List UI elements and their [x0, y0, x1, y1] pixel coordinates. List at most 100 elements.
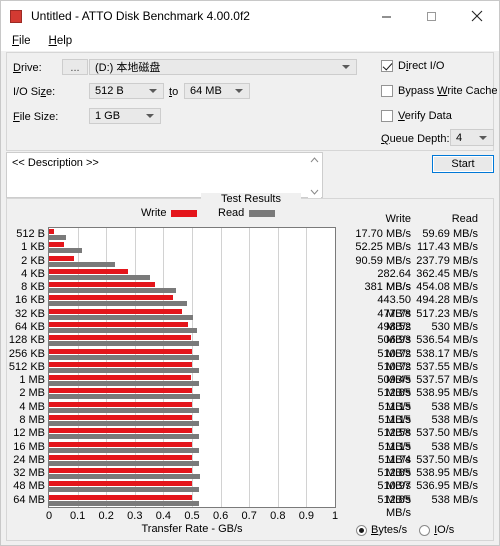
value-read: 494.28 MB/s — [416, 294, 478, 307]
chart-category-label: 12 MB — [13, 427, 45, 440]
chevron-down-icon — [146, 114, 154, 118]
bar-read — [49, 248, 82, 254]
value-read: 517.23 MB/s — [416, 307, 478, 320]
queue-depth-value: 4 — [456, 131, 463, 144]
value-write: 511.15 MB/s — [378, 414, 411, 440]
bar-write — [49, 401, 192, 407]
chart-bar-group — [49, 374, 335, 387]
bar-read — [49, 381, 200, 387]
value-read: 537.50 MB/s — [416, 453, 478, 466]
bar-read — [49, 367, 200, 373]
value-write: 512.58 MB/s — [377, 427, 411, 453]
window-title: Untitled - ATTO Disk Benchmark 4.00.0f2 — [31, 9, 250, 23]
verify-data-label: Verify Data — [398, 110, 452, 122]
chart-bar-group — [49, 241, 335, 254]
io-size-label: I/O Size: — [13, 86, 56, 98]
chart-category-label: 256 KB — [8, 347, 45, 360]
chart-category-label: 64 KB — [15, 321, 45, 333]
bar-read — [49, 314, 194, 320]
value-read: 538 MB/s — [431, 414, 478, 426]
title-bar: Untitled - ATTO Disk Benchmark 4.00.0f2 — [1, 1, 499, 31]
maximize-icon[interactable] — [409, 1, 454, 31]
value-write: 17.70 MB/s — [355, 228, 411, 240]
menu-file[interactable]: File — [10, 34, 33, 48]
value-write: 282.64 MB/s — [377, 267, 411, 294]
chart-bar-group — [49, 480, 335, 493]
bar-read — [49, 301, 188, 307]
value-write: 52.25 MB/s — [355, 241, 411, 254]
chart-bar-group — [49, 281, 335, 294]
checkbox-box — [381, 110, 393, 122]
direct-io-checkbox[interactable]: Direct I/O — [381, 60, 444, 72]
io-size-from-select[interactable]: 512 B — [89, 83, 164, 99]
verify-data-checkbox[interactable]: Verify Data — [381, 110, 452, 122]
io-size-to-select[interactable]: 64 MB — [184, 83, 250, 99]
units-radio-group: Bytes/s IO/s — [356, 524, 454, 536]
bar-write — [49, 295, 173, 301]
bar-read — [49, 328, 198, 333]
value-read: 536.54 MB/s — [416, 334, 478, 347]
radio-io-per-sec[interactable]: IO/s — [419, 524, 454, 536]
value-read: 117.43 MB/s — [417, 241, 478, 254]
chart-x-tick: 0.5 — [184, 510, 200, 522]
start-button[interactable]: Start — [432, 155, 494, 173]
description-input[interactable]: << Description >> — [6, 152, 323, 198]
chart-category-label: 8 KB — [21, 281, 45, 294]
bar-write — [49, 335, 191, 341]
menu-help[interactable]: Help — [47, 34, 75, 48]
checkbox-box — [381, 60, 393, 72]
value-write: 511.74 MB/s — [378, 453, 411, 480]
chart-bar-group — [49, 294, 335, 307]
bar-write — [49, 428, 193, 434]
file-size-select[interactable]: 1 GB — [89, 108, 161, 124]
chart-category-label: 4 KB — [21, 267, 45, 280]
results-title: Test Results — [201, 193, 301, 205]
bar-read — [49, 500, 200, 506]
bar-write — [49, 481, 192, 487]
window-controls — [364, 1, 499, 31]
chevron-up-icon — [310, 157, 319, 163]
drive-select-value: (D:) 本地磁盘 — [95, 62, 161, 74]
menu-bar: File Help — [1, 31, 499, 51]
description-scrollbar[interactable] — [308, 154, 321, 198]
chart-x-tick: 0.9 — [298, 510, 315, 522]
chart-category-label: 32 KB — [15, 307, 45, 320]
value-read: 538.95 MB/s — [416, 387, 478, 400]
value-read: 537.50 MB/s — [416, 427, 478, 440]
chart-category-label: 4 MB — [19, 400, 45, 413]
value-write: 443.50 MB/s — [377, 294, 411, 320]
column-header-read: Read — [451, 213, 478, 225]
chart-x-tick: 0.6 — [212, 510, 229, 522]
value-read: 530 MB/s — [431, 321, 478, 333]
value-write: 510.72 MB/s — [377, 360, 411, 387]
minimize-icon[interactable] — [364, 1, 409, 31]
legend-read: Read — [218, 207, 276, 219]
bar-read — [49, 354, 200, 360]
legend-read-label: Read — [218, 207, 245, 219]
bar-read — [49, 447, 200, 453]
queue-depth-select[interactable]: 4 — [450, 129, 494, 146]
value-write: 90.59 MB/s — [355, 254, 411, 267]
chart-bar-group — [49, 361, 335, 374]
close-icon[interactable] — [454, 1, 499, 31]
drive-browse-button[interactable]: ... — [62, 59, 88, 75]
value-write: 511.15 MB/s — [378, 400, 411, 426]
drive-select[interactable]: (D:) 本地磁盘 — [89, 59, 357, 75]
radio-io-label: IO/s — [434, 524, 455, 536]
bar-read — [49, 274, 151, 280]
chevron-down-icon — [149, 89, 157, 93]
radio-bytes-per-sec[interactable]: Bytes/s — [356, 524, 407, 536]
value-read: 538.17 MB/s — [416, 347, 478, 360]
checkbox-box — [381, 85, 393, 97]
chart-category-label: 16 KB — [15, 294, 45, 307]
value-write: 512.85 MB/s — [377, 493, 411, 519]
bar-write — [49, 229, 54, 234]
value-write: 477.78 MB/s — [377, 307, 411, 333]
io-size-from-value: 512 B — [95, 85, 124, 97]
bypass-write-cache-checkbox[interactable]: Bypass Write Cache — [381, 85, 497, 97]
chart-x-tick: 1 — [331, 510, 339, 522]
value-read: 59.69 MB/s — [422, 228, 478, 240]
bar-write — [49, 282, 156, 288]
value-write: 512.85 MB/s — [377, 387, 411, 413]
legend-read-swatch — [249, 209, 276, 217]
